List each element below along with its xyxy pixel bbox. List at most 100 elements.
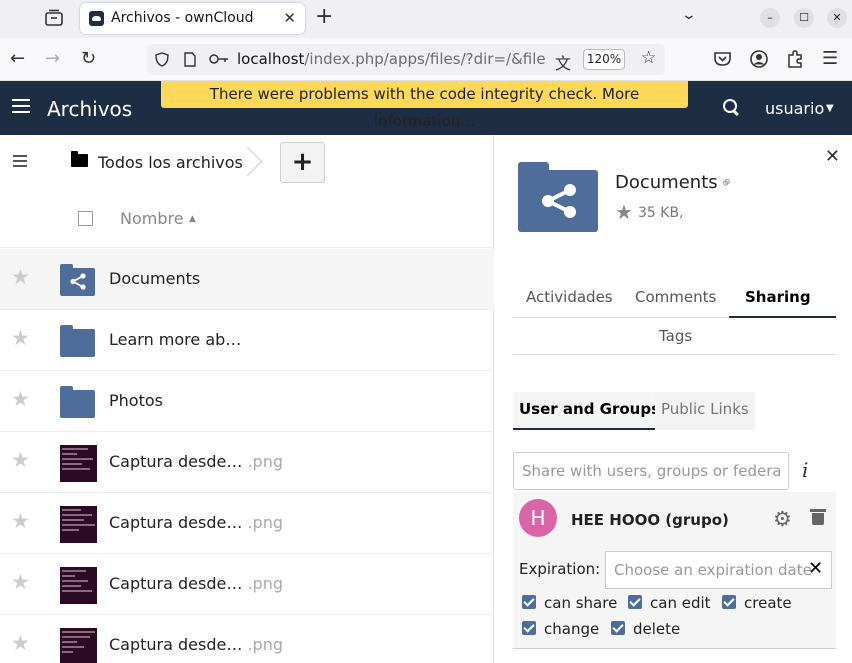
extensions-icon[interactable] — [786, 50, 804, 68]
browser-tab[interactable]: Archivos - ownCloud ✕ — [80, 3, 305, 34]
favorite-star-icon[interactable]: ★ — [11, 631, 30, 655]
tab-list-icon[interactable] — [44, 9, 64, 27]
search-icon[interactable] — [722, 98, 740, 116]
hamburger-menu-icon[interactable] — [12, 99, 30, 113]
folder-icon — [60, 386, 95, 418]
file-row[interactable]: ★ Documents — [0, 249, 494, 310]
checkbox-checked-icon[interactable] — [522, 595, 536, 609]
minimize-icon[interactable]: – — [760, 8, 780, 28]
favorite-star-icon[interactable]: ★ — [11, 387, 30, 411]
share-recipient-name: HEE HOOO (grupo) — [571, 511, 729, 529]
address-bar[interactable]: localhost/index.php/apps/files/?dir=/&fi… — [147, 44, 665, 75]
checkbox-checked-icon[interactable] — [522, 621, 536, 635]
chevron-down-icon[interactable]: ⌄ — [681, 7, 697, 23]
info-icon[interactable]: i — [802, 458, 808, 482]
home-folder-icon[interactable] — [71, 151, 88, 167]
image-thumbnail — [60, 445, 97, 482]
pocket-icon[interactable] — [714, 51, 731, 66]
forward-arrow-icon[interactable]: → — [45, 49, 60, 69]
file-row[interactable]: ★ Captura desde… .png — [0, 554, 494, 615]
permalink-icon[interactable]: ⚭ — [715, 171, 738, 194]
favorite-star-icon[interactable]: ★ — [11, 265, 30, 289]
maximize-icon[interactable]: ☐ — [794, 8, 814, 28]
favorite-star-icon[interactable]: ★ — [11, 570, 30, 594]
trash-icon[interactable] — [810, 509, 826, 525]
tab-tags[interactable]: Tags — [659, 327, 692, 345]
file-name[interactable]: Captura desde… .png — [109, 513, 283, 532]
breadcrumb[interactable]: Todos los archivos — [98, 153, 243, 172]
sidebar-file-title: Documents — [615, 172, 718, 193]
checkbox-checked-icon[interactable] — [722, 595, 736, 609]
sort-ascending-icon[interactable]: ▲ — [189, 214, 196, 224]
url-host: localhost — [237, 50, 305, 68]
image-thumbnail — [60, 567, 97, 604]
app-navigation-toggle-icon[interactable] — [13, 155, 27, 167]
select-all-checkbox[interactable] — [78, 211, 93, 226]
files-toolbar: Todos los archivos + — [0, 135, 494, 189]
file-list-pane: Todos los archivos + Nombre ▲ ★ Document… — [0, 135, 494, 663]
zoom-indicator[interactable]: 120% — [583, 49, 625, 70]
perm-change[interactable]: change — [522, 620, 599, 638]
file-row[interactable]: ★ Captura desde… .png — [0, 432, 494, 493]
file-row[interactable]: ★ Captura desde… .png — [0, 493, 494, 554]
file-row[interactable]: ★ Learn more ab… — [0, 310, 494, 371]
checkbox-checked-icon[interactable] — [628, 595, 642, 609]
app-name[interactable]: Archivos — [47, 97, 132, 121]
new-tab-icon[interactable]: + — [315, 6, 333, 28]
back-arrow-icon[interactable]: ← — [10, 49, 25, 69]
perm-can-edit[interactable]: can edit — [628, 594, 711, 612]
column-name-header[interactable]: Nombre — [120, 209, 184, 228]
perm-create[interactable]: create — [722, 594, 792, 612]
close-tab-icon[interactable]: ✕ — [283, 9, 296, 27]
caret-down-icon[interactable]: ▼ — [826, 103, 834, 114]
subtab-user-and-groups[interactable]: User and Groups — [513, 392, 667, 430]
owncloud-header: Archivos There were problems with the co… — [0, 81, 852, 135]
reload-icon[interactable]: ↻ — [81, 49, 96, 69]
image-thumbnail — [60, 628, 97, 663]
favorite-star-icon[interactable]: ★ — [11, 448, 30, 472]
tab-actividades[interactable]: Actividades — [526, 288, 613, 306]
new-file-button[interactable]: + — [280, 142, 325, 183]
file-row[interactable]: ★ Captura desde… .png — [0, 615, 494, 663]
favorite-star-icon[interactable]: ★ — [615, 200, 633, 224]
favorite-star-icon[interactable]: ★ — [11, 326, 30, 350]
breadcrumb-separator — [247, 147, 265, 177]
subtab-public-links[interactable]: Public Links — [655, 392, 755, 430]
url-text[interactable]: localhost/index.php/apps/files/?dir=/&fi… — [237, 50, 547, 68]
favorite-star-icon[interactable]: ★ — [11, 509, 30, 533]
clear-expiration-icon[interactable]: ✕ — [808, 558, 823, 579]
shared-folder-icon — [518, 162, 598, 232]
browser-tabbar: Archivos - ownCloud ✕ + ⌄ – ☐ ✕ — [0, 0, 852, 38]
folder-icon — [60, 325, 95, 357]
page-info-icon[interactable] — [184, 52, 196, 67]
file-name[interactable]: Captura desde… .png — [109, 635, 283, 654]
browser-navbar: ← → ↻ localhost/index.php/apps/files/?di… — [0, 38, 852, 81]
shared-folder-icon — [60, 264, 95, 296]
sidebar-file-meta: 35 KB, — [638, 205, 684, 221]
perm-can-share[interactable]: can share — [522, 594, 617, 612]
window-close-icon[interactable]: ✕ — [827, 8, 847, 28]
sharing-subtabs: User and Groups Public Links — [513, 392, 836, 430]
share-with-input[interactable] — [513, 452, 789, 490]
shield-icon[interactable] — [155, 52, 169, 67]
translate-icon[interactable]: 文 — [555, 50, 571, 74]
app-menu-icon[interactable]: ☰ — [822, 49, 838, 69]
gear-icon[interactable]: ⚙ — [773, 507, 792, 531]
perm-delete[interactable]: delete — [611, 620, 680, 638]
file-name[interactable]: Photos — [109, 391, 163, 410]
checkbox-checked-icon[interactable] — [611, 621, 625, 635]
account-icon[interactable] — [750, 50, 768, 68]
bookmark-star-icon[interactable]: ☆ — [641, 48, 656, 68]
file-name[interactable]: Captura desde… .png — [109, 574, 283, 593]
tab-sharing[interactable]: Sharing — [745, 288, 811, 306]
file-name[interactable]: Captura desde… .png — [109, 452, 283, 471]
close-sidebar-icon[interactable]: ✕ — [825, 146, 840, 167]
tab-comments[interactable]: Comments — [635, 288, 716, 306]
expiration-date-input[interactable] — [605, 551, 832, 589]
user-menu[interactable]: usuario — [765, 99, 824, 118]
file-name[interactable]: Learn more ab… — [109, 330, 241, 349]
key-icon[interactable] — [209, 53, 229, 65]
file-row[interactable]: ★ Photos — [0, 371, 494, 432]
integrity-warning-banner[interactable]: There were problems with the code integr… — [161, 81, 688, 130]
file-name[interactable]: Documents — [109, 269, 200, 288]
